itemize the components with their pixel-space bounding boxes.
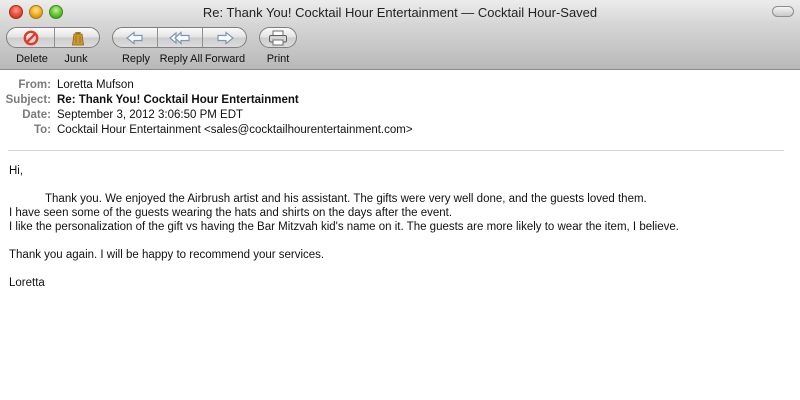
printer-icon xyxy=(269,30,287,45)
window-title: Re: Thank You! Cocktail Hour Entertainme… xyxy=(202,5,598,20)
body-line-4: Thank you again. I will be happy to reco… xyxy=(9,249,325,261)
greeting-line: Hi, xyxy=(9,165,24,177)
reply-group xyxy=(112,27,247,48)
to-value[interactable]: Cocktail Hour Entertainment <sales@cockt… xyxy=(57,124,413,136)
delete-button[interactable] xyxy=(7,28,54,47)
forward-button[interactable] xyxy=(203,28,247,47)
subject-key: Subject: xyxy=(5,94,51,106)
junk-bag-icon xyxy=(71,31,84,45)
print-button[interactable] xyxy=(260,28,296,47)
forward-label[interactable]: Forward xyxy=(202,53,248,65)
title-bar: Re: Thank You! Cocktail Hour Entertainme… xyxy=(0,0,800,24)
minimize-window-button[interactable] xyxy=(29,5,43,19)
date-key: Date: xyxy=(22,109,51,121)
reply-label[interactable]: Reply xyxy=(113,53,159,65)
print-group xyxy=(259,27,297,48)
header-divider xyxy=(8,150,784,151)
junk-label[interactable]: Junk xyxy=(53,53,99,65)
junk-button[interactable] xyxy=(55,28,100,47)
print-label[interactable]: Print xyxy=(258,53,298,65)
from-key: From: xyxy=(18,79,51,91)
reply-all-arrow-icon xyxy=(169,30,190,45)
delete-junk-group xyxy=(6,27,100,48)
reply-arrow-icon xyxy=(126,30,143,45)
body-line-2: I have seen some of the guests wearing t… xyxy=(9,207,453,219)
close-window-button[interactable] xyxy=(9,5,23,19)
mail-message-window: Re: Thank You! Cocktail Hour Entertainme… xyxy=(0,0,800,400)
body-line-3: I like the personalization of the gift v… xyxy=(9,221,679,233)
zoom-window-button[interactable] xyxy=(49,5,63,19)
reply-all-button[interactable] xyxy=(158,28,202,47)
toolbar-toggle-button[interactable] xyxy=(772,6,794,17)
message-headers: From: Loretta Mufson Subject: Re: Thank … xyxy=(0,70,800,154)
delete-label[interactable]: Delete xyxy=(6,53,58,65)
delete-icon xyxy=(23,30,38,45)
reply-button[interactable] xyxy=(113,28,157,47)
signature-line: Loretta xyxy=(9,277,45,289)
reply-all-label[interactable]: Reply All xyxy=(156,53,206,65)
forward-arrow-icon xyxy=(217,30,234,45)
message-body: Hi, Thank you. We enjoyed the Airbrush a… xyxy=(9,164,779,290)
subject-value: Re: Thank You! Cocktail Hour Entertainme… xyxy=(57,94,299,106)
from-value[interactable]: Loretta Mufson xyxy=(57,79,134,91)
body-line-1: Thank you. We enjoyed the Airbrush artis… xyxy=(45,193,647,205)
to-key: To: xyxy=(33,124,51,136)
date-value: September 3, 2012 3:06:50 PM EDT xyxy=(57,109,244,121)
toolbar: Delete Junk Reply Reply All Forward Prin… xyxy=(0,24,800,70)
